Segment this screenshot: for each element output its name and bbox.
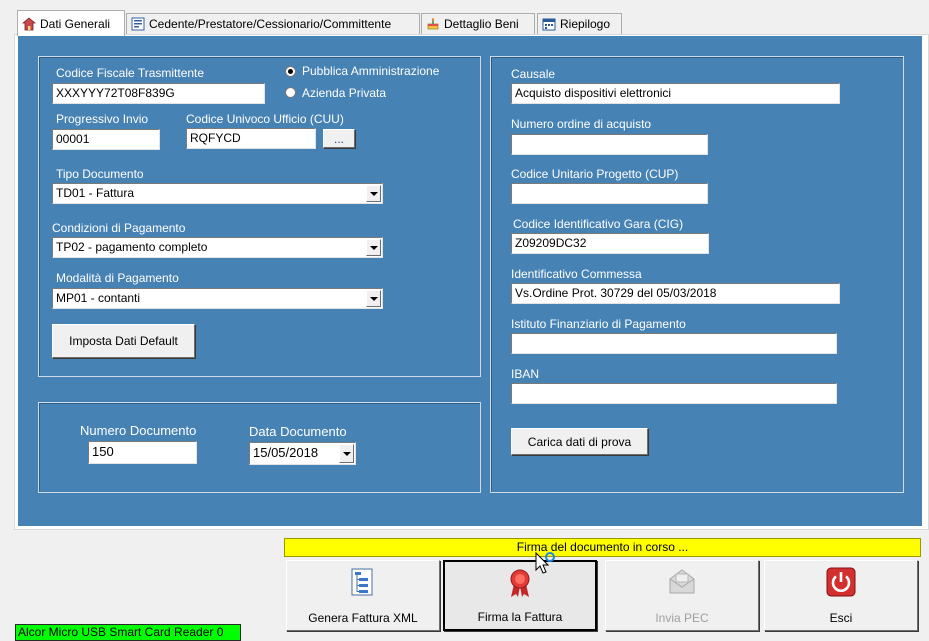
condizioni-select[interactable]: TP02 - pagamento completo <box>52 237 383 258</box>
action-label: Esci <box>829 611 853 625</box>
iban-input[interactable] <box>511 383 837 404</box>
data-documento-label: Data Documento <box>249 424 347 439</box>
cup-label: Codice Unitario Progetto (CUP) <box>511 167 679 181</box>
modalita-select[interactable]: MP01 - contanti <box>52 288 383 309</box>
radio-pa-label: Pubblica Amministrazione <box>302 64 440 78</box>
tipo-documento-label: Tipo Documento <box>56 167 144 181</box>
modalita-label: Modalità di Pagamento <box>56 271 179 285</box>
chevron-down-icon[interactable] <box>366 185 381 202</box>
xml-tree-icon <box>351 568 373 596</box>
form-icon <box>131 17 145 31</box>
tab-label: Dati Generali <box>40 16 111 31</box>
cuu-label: Codice Univoco Ufficio (CUU) <box>186 112 344 126</box>
cig-label: Codice Identificativo Gara (CIG) <box>513 217 684 231</box>
tab-cedente[interactable]: Cedente/Prestatore/Cessionario/Committen… <box>126 13 420 34</box>
data-documento-picker[interactable]: 15/05/2018 <box>249 442 356 465</box>
istituto-label: Istituto Finanziario di Pagamento <box>511 317 686 331</box>
genera-fattura-xml-button[interactable]: Genera Fattura XML <box>286 560 440 631</box>
cup-input[interactable] <box>511 183 708 204</box>
numero-documento-label: Numero Documento <box>80 423 197 438</box>
progressivo-input[interactable]: 00001 <box>52 129 160 150</box>
tipo-documento-value: TD01 - Fattura <box>56 186 135 200</box>
radio-azienda-label: Azienda Privata <box>302 86 387 100</box>
tab-label: Dettaglio Beni <box>444 17 519 31</box>
cuu-lookup-button[interactable]: ... <box>323 129 355 148</box>
chevron-down-icon[interactable] <box>366 290 381 307</box>
tab-dettaglio-beni[interactable]: Dettaglio Beni <box>421 13 535 34</box>
status-bar: Firma del documento in corso ... <box>284 538 921 557</box>
calendar-icon <box>542 18 556 31</box>
codice-fiscale-input[interactable]: XXXYYY72T08F839G <box>52 83 265 104</box>
envelope-icon <box>669 569 695 594</box>
cig-input[interactable]: Z09209DC32 <box>511 233 709 254</box>
codice-fiscale-label: Codice Fiscale Trasmittente <box>56 66 205 80</box>
action-label: Genera Fattura XML <box>308 611 418 625</box>
power-icon <box>826 567 856 597</box>
chevron-down-icon[interactable] <box>339 444 354 463</box>
tab-riepilogo[interactable]: Riepilogo <box>537 13 622 34</box>
firma-fattura-button[interactable]: Firma la Fattura <box>443 560 597 631</box>
istituto-input[interactable] <box>511 333 837 354</box>
cursor-busy-icon <box>535 552 555 574</box>
tab-dati-generali[interactable]: Dati Generali <box>17 10 125 36</box>
progressivo-label: Progressivo Invio <box>56 112 149 126</box>
commessa-label: Identificativo Commessa <box>511 267 642 281</box>
action-label: Invia PEC <box>655 611 709 625</box>
ordine-label: Numero ordine di acquisto <box>511 117 652 131</box>
radio-pubblica-amministrazione[interactable] <box>285 66 296 77</box>
causale-label: Causale <box>511 67 556 81</box>
carica-dati-prova-button[interactable]: Carica dati di prova <box>511 428 648 455</box>
invia-pec-button[interactable]: Invia PEC <box>605 560 759 631</box>
seal-ribbon-icon <box>510 569 530 597</box>
dati-generali-panel: Codice Fiscale Trasmittente XXXYYY72T08F… <box>18 36 922 526</box>
chevron-down-icon[interactable] <box>366 239 381 256</box>
data-documento-value: 15/05/2018 <box>253 445 319 460</box>
action-label: Firma la Fattura <box>477 610 563 624</box>
condizioni-label: Condizioni di Pagamento <box>52 221 186 235</box>
esci-button[interactable]: Esci <box>764 560 918 631</box>
causale-input[interactable]: Acquisto dispositivi elettronici <box>511 83 840 104</box>
iban-label: IBAN <box>511 367 540 381</box>
ordine-input[interactable] <box>511 134 708 155</box>
house-icon <box>22 16 36 30</box>
cake-icon <box>427 18 439 30</box>
modalita-value: MP01 - contanti <box>56 291 141 305</box>
imposta-default-button[interactable]: Imposta Dati Default <box>52 324 195 358</box>
tipo-documento-select[interactable]: TD01 - Fattura <box>52 183 383 204</box>
commessa-input[interactable]: Vs.Ordine Prot. 30729 del 05/03/2018 <box>511 283 840 304</box>
cuu-input[interactable]: RQFYCD <box>186 128 316 149</box>
smart-card-reader-status: Alcor Micro USB Smart Card Reader 0 <box>15 624 241 641</box>
condizioni-value: TP02 - pagamento completo <box>56 240 208 254</box>
tab-label: Cedente/Prestatore/Cessionario/Committen… <box>149 17 392 31</box>
radio-azienda-privata[interactable] <box>285 87 296 98</box>
tab-label: Riepilogo <box>560 17 611 31</box>
numero-documento-input[interactable]: 150 <box>88 441 197 464</box>
